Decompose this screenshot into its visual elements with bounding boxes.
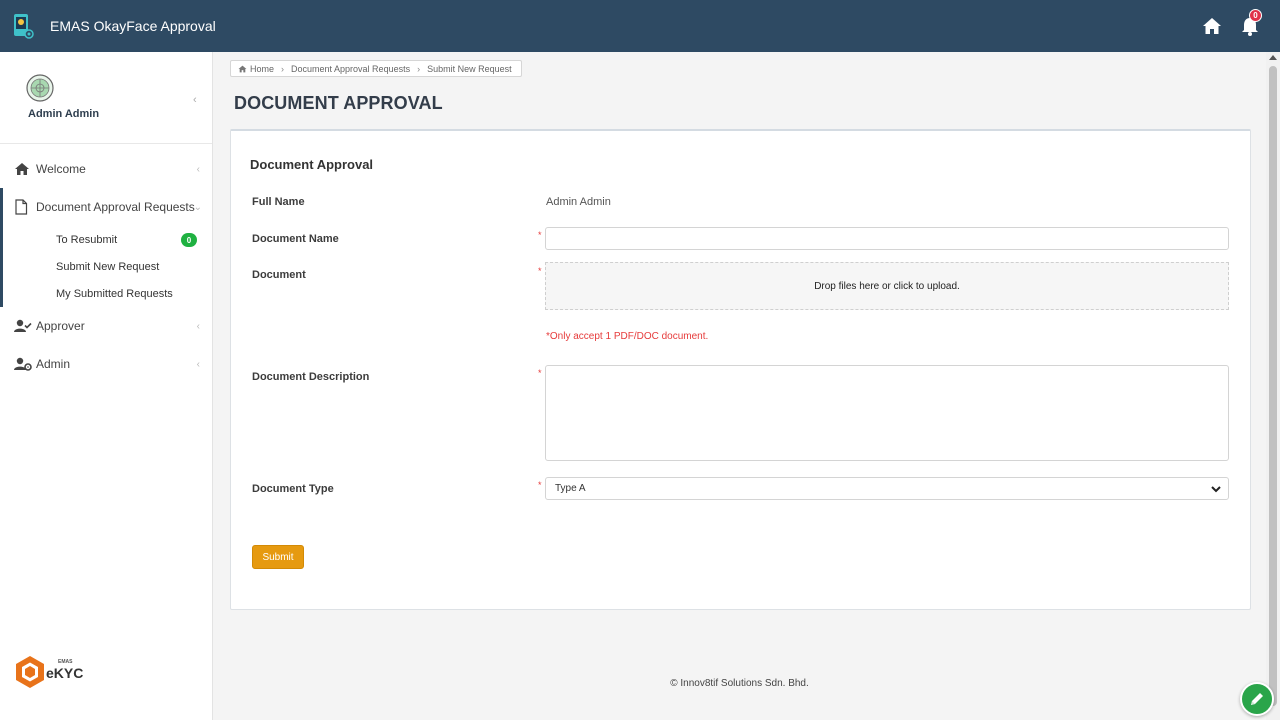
sidebar-item-document-approval-requests[interactable]: Document Approval Requests ⌄ xyxy=(3,188,212,226)
sidebar-subitem-label: My Submitted Requests xyxy=(56,287,173,300)
full-name-label: Full Name xyxy=(252,196,305,208)
document-upload-dropzone[interactable]: Drop files here or click to upload. xyxy=(545,262,1229,310)
home-icon xyxy=(238,65,247,73)
breadcrumb: Home › Document Approval Requests › Subm… xyxy=(230,60,522,77)
full-name-value: Admin Admin xyxy=(546,196,611,208)
sidebar-item-label: Document Approval Requests xyxy=(36,200,195,214)
chevron-left-icon: ‹ xyxy=(196,359,200,370)
sidebar-group-document-approval: Document Approval Requests ⌄ To Resubmit… xyxy=(0,188,212,307)
breadcrumb-document-approval-link[interactable]: Document Approval Requests xyxy=(291,64,410,74)
edit-fab-button[interactable] xyxy=(1240,682,1274,716)
pencil-icon xyxy=(1249,691,1265,707)
home-icon xyxy=(14,161,32,177)
sidebar-item-label: Approver xyxy=(36,319,85,333)
sidebar-item-approver[interactable]: Approver ‹ xyxy=(0,307,212,345)
document-type-selected: Type A xyxy=(555,483,586,494)
document-description-textarea[interactable] xyxy=(545,365,1229,461)
submit-button[interactable]: Submit xyxy=(252,545,304,569)
sidebar-subitem-submit-new-request[interactable]: Submit New Request xyxy=(3,253,212,280)
home-icon[interactable] xyxy=(1202,17,1222,35)
required-mark: * xyxy=(538,480,542,490)
chevron-down-icon: ⌄ xyxy=(193,202,202,213)
sidebar-subitem-label: Submit New Request xyxy=(56,260,160,273)
file-icon xyxy=(14,199,32,215)
top-bar: EMAS OkayFace Approval 0 xyxy=(0,0,1280,52)
footer-copyright: © Innov8tif Solutions Sdn. Bhd. xyxy=(670,678,809,689)
document-description-label: Document Description xyxy=(252,371,370,383)
user-gear-icon xyxy=(14,356,32,372)
breadcrumb-home-link[interactable]: Home xyxy=(250,64,274,74)
required-mark: * xyxy=(538,266,542,276)
sidebar-item-label: Admin xyxy=(36,357,71,371)
app-title: EMAS OkayFace Approval xyxy=(50,18,216,34)
document-name-label: Document Name xyxy=(252,233,339,245)
notification-badge: 0 xyxy=(1249,9,1262,22)
notification-bell-icon[interactable]: 0 xyxy=(1240,9,1262,37)
required-mark: * xyxy=(538,230,542,240)
document-name-input[interactable] xyxy=(545,227,1229,250)
ekyc-logo: EMAS eKYC xyxy=(14,654,94,690)
chevron-down-icon xyxy=(1210,483,1222,495)
dropzone-text: Drop files here or click to upload. xyxy=(814,280,960,292)
scrollbar-thumb[interactable] xyxy=(1269,66,1277,706)
sidebar-subitem-my-submitted-requests[interactable]: My Submitted Requests xyxy=(3,280,212,307)
sidebar: Admin Admin ‹ Welcome ‹ Document Approva… xyxy=(0,52,213,720)
app-logo-icon[interactable] xyxy=(12,13,34,39)
user-check-icon xyxy=(14,318,32,334)
document-type-label: Document Type xyxy=(252,483,334,495)
breadcrumb-current: Submit New Request xyxy=(427,63,512,74)
ekyc-logo-text: eKYC xyxy=(46,665,84,681)
user-panel: Admin Admin ‹ xyxy=(0,52,212,144)
document-label: Document xyxy=(252,269,306,281)
chevron-right-icon: › xyxy=(281,63,285,74)
count-badge: 0 xyxy=(181,233,197,247)
card-title: Document Approval xyxy=(250,157,374,172)
required-mark: * xyxy=(538,368,542,378)
page-scrollbar[interactable] xyxy=(1266,52,1280,720)
document-approval-form: Document Approval Full Name Admin Admin … xyxy=(230,129,1251,610)
sidebar-item-label: Welcome xyxy=(36,162,86,176)
sidebar-item-admin[interactable]: Admin ‹ xyxy=(0,345,212,383)
sidebar-item-welcome[interactable]: Welcome ‹ xyxy=(0,150,212,188)
chevron-left-icon: ‹ xyxy=(196,321,200,332)
page-title: DOCUMENT APPROVAL xyxy=(234,93,443,113)
chevron-right-icon: › xyxy=(417,63,421,74)
avatar[interactable] xyxy=(26,74,54,102)
document-type-select[interactable]: Type A xyxy=(545,477,1229,500)
top-actions: 0 xyxy=(1202,0,1262,52)
document-hint: *Only accept 1 PDF/DOC document. xyxy=(546,331,709,342)
user-name: Admin Admin xyxy=(28,108,100,120)
chevron-left-icon[interactable]: ‹ xyxy=(193,94,197,106)
sidebar-subitem-to-resubmit[interactable]: To Resubmit 0 xyxy=(3,226,212,253)
chevron-left-icon: ‹ xyxy=(196,164,200,175)
scroll-up-arrow-icon[interactable] xyxy=(1269,55,1277,60)
sidebar-nav: Welcome ‹ Document Approval Requests ⌄ T… xyxy=(0,150,212,383)
sidebar-subitem-label: To Resubmit xyxy=(56,233,118,246)
